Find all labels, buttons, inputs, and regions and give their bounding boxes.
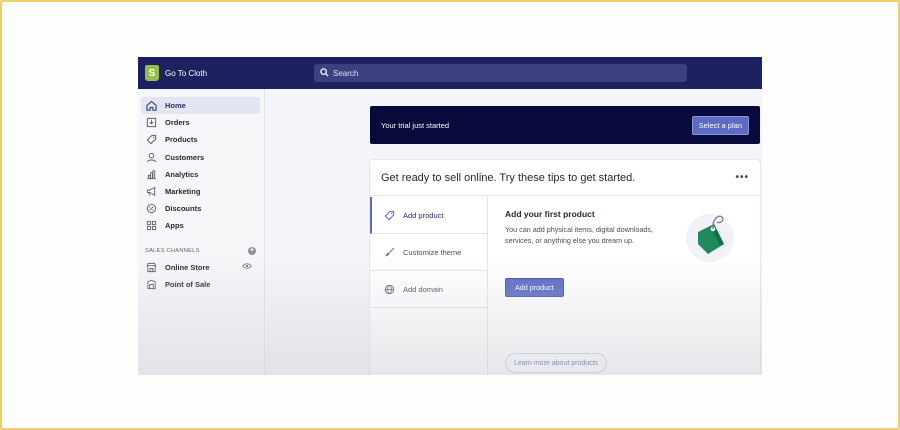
sidebar-item-label: Marketing: [165, 187, 201, 197]
store-brand[interactable]: S Go To Cloth: [145, 65, 315, 81]
pos-icon: [145, 278, 158, 291]
sidebar-item-point-of-sale[interactable]: Point of Sale: [141, 276, 260, 293]
more-options-icon[interactable]: •••: [735, 172, 749, 183]
sidebar-item-products[interactable]: Products: [141, 131, 260, 148]
tab-label: Add domain: [403, 284, 444, 294]
sidebar-item-label: Analytics: [165, 169, 199, 179]
tab-add-product[interactable]: Add product: [370, 197, 487, 234]
detail-description: You can add physical items, digital down…: [505, 225, 653, 245]
sales-channels-heading: SALES CHANNELS +: [145, 246, 256, 255]
online-store-group: Online Store: [145, 261, 210, 274]
discount-icon: [145, 202, 158, 215]
trial-banner: Your trial just started Select a plan: [370, 106, 760, 144]
sidebar-item-customers[interactable]: Customers: [141, 149, 260, 166]
sidebar-item-apps[interactable]: Apps: [141, 217, 260, 234]
sales-channels-label: SALES CHANNELS: [145, 247, 200, 254]
search-icon: [320, 64, 329, 82]
select-plan-button[interactable]: Select a plan: [691, 115, 749, 135]
tab-label: Customize theme: [403, 247, 462, 257]
orders-icon: [145, 116, 158, 129]
product-tag-illustration-icon: [680, 210, 736, 266]
tab-label: Add product: [403, 210, 444, 220]
sidebar-nav: Home Orders Products Customers Analytics…: [138, 97, 264, 235]
sidebar-item-label: Point of Sale: [165, 279, 211, 289]
card-title: Get ready to sell online. Try these tips…: [381, 171, 636, 184]
tag-icon: [145, 133, 158, 146]
card-header: Get ready to sell online. Try these tips…: [370, 160, 760, 196]
bar-chart-icon: [145, 168, 158, 181]
tip-tabs: Add product Customize theme Add domain: [370, 197, 488, 375]
sidebar-item-marketing[interactable]: Marketing: [141, 183, 260, 200]
add-channel-plus-icon[interactable]: +: [248, 246, 256, 255]
store-name: Go To Cloth: [165, 68, 208, 78]
shopify-logo-icon: S: [145, 65, 159, 81]
sidebar-item-orders[interactable]: Orders: [141, 114, 260, 131]
person-icon: [145, 151, 158, 164]
learn-more-products-link[interactable]: Learn more about products: [505, 353, 608, 373]
sidebar: Home Orders Products Customers Analytics…: [138, 89, 265, 375]
search-bar[interactable]: [314, 64, 687, 82]
top-bar: S Go To Cloth: [138, 57, 762, 89]
tip-detail: Add your first product You can add physi…: [505, 209, 680, 246]
tab-customize-theme[interactable]: Customize theme: [370, 234, 487, 271]
eye-icon[interactable]: [242, 262, 252, 272]
brush-icon: [384, 247, 395, 258]
search-input[interactable]: [333, 68, 673, 78]
sidebar-item-label: Customers: [165, 152, 205, 162]
sidebar-item-discounts[interactable]: Discounts: [141, 200, 260, 217]
sidebar-item-label: Online Store: [165, 262, 210, 272]
trial-message: Your trial just started: [381, 120, 450, 130]
sidebar-item-label: Orders: [165, 118, 190, 128]
tag-icon: [384, 210, 395, 221]
sidebar-item-home[interactable]: Home: [141, 97, 260, 115]
apps-icon: [145, 219, 158, 232]
add-product-button[interactable]: Add product: [505, 278, 564, 297]
detail-title: Add your first product: [505, 209, 595, 219]
store-icon: [145, 261, 158, 274]
megaphone-icon: [145, 185, 158, 198]
sidebar-item-label: Discounts: [165, 204, 202, 214]
sidebar-item-label: Home: [165, 101, 186, 111]
home-icon: [145, 99, 158, 112]
shopify-admin: S Go To Cloth Home Orders: [138, 57, 762, 375]
globe-icon: [384, 284, 395, 295]
sidebar-item-analytics[interactable]: Analytics: [141, 166, 260, 183]
tab-add-domain[interactable]: Add domain: [370, 271, 487, 308]
getting-started-card: Get ready to sell online. Try these tips…: [370, 160, 760, 375]
sidebar-item-label: Products: [165, 135, 198, 145]
sidebar-item-online-store[interactable]: Online Store: [141, 259, 260, 276]
sidebar-item-label: Apps: [165, 221, 184, 231]
